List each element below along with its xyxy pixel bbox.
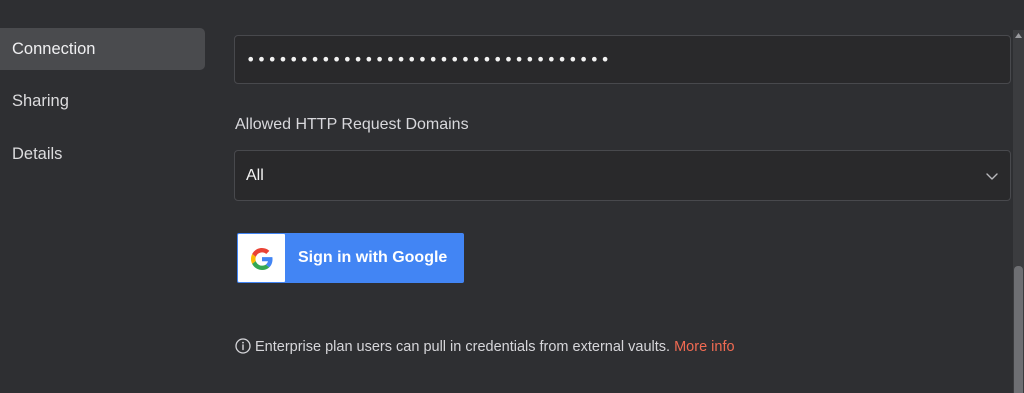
sidebar-item-details[interactable]: Details — [0, 133, 205, 175]
enterprise-info-text: Enterprise plan users can pull in creden… — [255, 339, 671, 356]
enterprise-info-note: Enterprise plan users can pull in creden… — [235, 338, 735, 357]
sidebar-item-label: Connection — [12, 40, 96, 58]
sidebar-item-label: Details — [12, 145, 63, 163]
allowed-domains-label: Allowed HTTP Request Domains — [235, 116, 469, 133]
password-masked-value: •••••••••••••••••••••••••••••••••• — [246, 50, 612, 69]
sign-in-with-google-button[interactable]: Sign in with Google — [237, 233, 464, 283]
chevron-down-icon — [986, 173, 998, 180]
google-logo-icon — [251, 248, 273, 270]
scroll-up-arrow-icon[interactable] — [1014, 31, 1023, 41]
allowed-domains-select[interactable]: All — [234, 150, 1011, 201]
sidebar-item-connection[interactable]: Connection — [0, 28, 205, 70]
sidebar-item-sharing[interactable]: Sharing — [0, 80, 205, 122]
sidebar-item-label: Sharing — [12, 92, 69, 110]
settings-sidebar: Connection Sharing Details — [0, 0, 212, 393]
credential-settings-panel: Connection Sharing Details •••••••••••••… — [0, 0, 1024, 393]
info-circle-icon — [235, 338, 251, 354]
google-logo-container — [238, 234, 285, 282]
allowed-domains-selected-value: All — [246, 167, 264, 184]
more-info-link[interactable]: More info — [674, 339, 734, 355]
scrollbar-thumb[interactable] — [1014, 266, 1023, 393]
google-button-label: Sign in with Google — [298, 249, 448, 266]
password-field[interactable]: •••••••••••••••••••••••••••••••••• — [234, 35, 1011, 84]
